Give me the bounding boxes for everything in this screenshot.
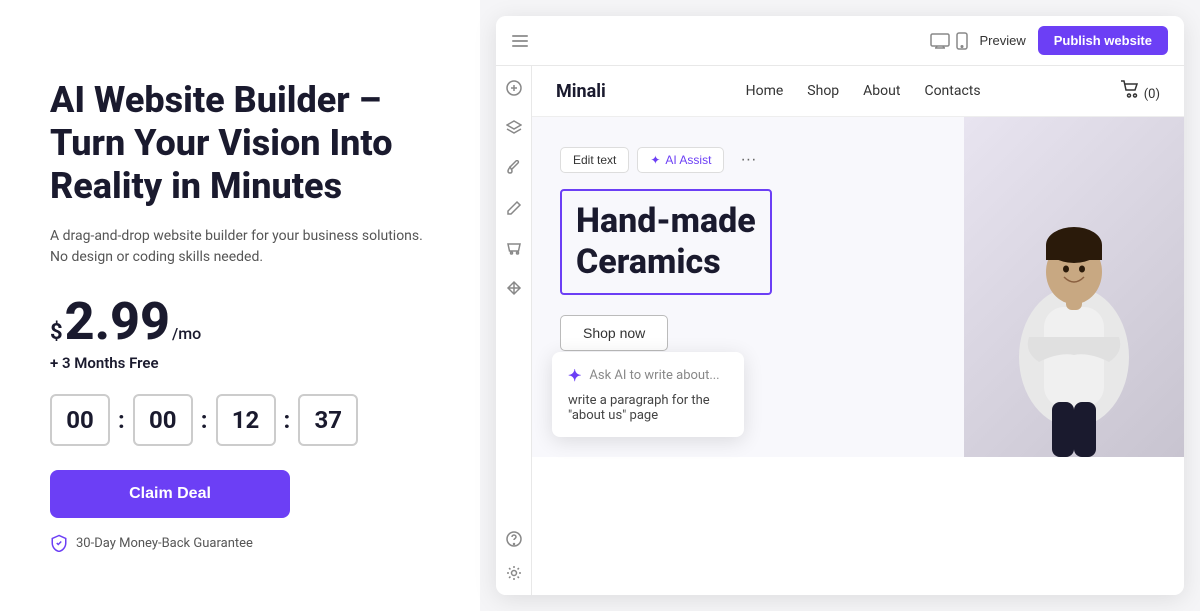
countdown-timer: 00 : 00 : 12 : 37 [50,394,430,446]
countdown-sep-2: : [201,406,208,434]
price-per: /mo [172,324,201,343]
shield-icon [50,534,68,552]
ai-plus-icon: ✦ [568,366,581,385]
sidebar-top-icons [504,78,524,298]
right-panel: Preview Publish website [480,0,1200,611]
countdown-sep-1: : [118,406,125,434]
builder-window: Preview Publish website [496,16,1184,595]
paint-icon[interactable] [504,158,524,178]
site-hero: Edit text ✦ AI Assist ··· Hand-ma [532,117,1184,457]
hamburger-menu-icon[interactable] [512,35,528,47]
desktop-icon[interactable] [930,33,950,49]
help-icon[interactable] [504,529,524,549]
mobile-icon[interactable] [956,32,968,50]
guarantee-text: 30-Day Money-Back Guarantee [76,536,253,551]
canvas-area: Minali Home Shop About Contacts [532,66,1184,595]
hero-title-box[interactable]: Hand-made Ceramics [560,189,772,295]
ai-prompt-label: Ask AI to write about... [589,368,719,383]
ai-assist-button[interactable]: ✦ AI Assist [637,147,724,173]
edit-toolbar: Edit text ✦ AI Assist ··· [560,147,936,173]
countdown-minutes: 00 [133,394,193,446]
countdown-seconds: 12 [216,394,276,446]
price-amount: 2.99 [65,296,170,348]
claim-deal-button[interactable]: Claim Deal [50,470,290,518]
layers-icon[interactable] [504,118,524,138]
builder-body: Minali Home Shop About Contacts [496,66,1184,595]
nav-home[interactable]: Home [746,83,784,99]
countdown-hours: 00 [50,394,110,446]
sparkle-icon: ✦ [650,153,660,167]
move-icon[interactable] [504,278,524,298]
topbar-right: Preview Publish website [930,26,1169,55]
shop-icon[interactable] [504,238,524,258]
main-heading: AI Website Builder – Turn Your Vision In… [50,79,430,209]
website-preview: Minali Home Shop About Contacts [532,66,1184,595]
sidebar-bottom-icons [504,529,524,583]
countdown-millis: 37 [298,394,358,446]
hero-image [964,117,1184,457]
builder-topbar: Preview Publish website [496,16,1184,66]
sub-heading: A drag-and-drop website builder for your… [50,226,430,268]
add-element-icon[interactable] [504,78,524,98]
shop-now-button[interactable]: Shop now [560,315,668,351]
edit-icon[interactable] [504,198,524,218]
preview-button[interactable]: Preview [980,33,1026,48]
price-row: $ 2.99 /mo [50,296,430,348]
person-illustration [984,177,1164,457]
cart-count: (0) [1144,87,1160,102]
nav-contacts[interactable]: Contacts [924,83,980,99]
ai-tooltip: ✦ Ask AI to write about... write a parag… [552,352,744,437]
publish-button[interactable]: Publish website [1038,26,1168,55]
edit-text-button[interactable]: Edit text [560,147,629,173]
builder-sidebar [496,66,532,595]
hero-title: Hand-made Ceramics [576,201,756,283]
nav-about[interactable]: About [863,83,900,99]
ai-tooltip-header: ✦ Ask AI to write about... [568,366,728,385]
hero-left: Edit text ✦ AI Assist ··· Hand-ma [532,117,964,457]
site-nav: Minali Home Shop About Contacts [532,66,1184,117]
settings-icon[interactable] [504,563,524,583]
left-panel: AI Website Builder – Turn Your Vision In… [0,0,480,611]
cart-icon[interactable]: (0) [1120,80,1160,102]
site-nav-links: Home Shop About Contacts [746,83,981,99]
nav-shop[interactable]: Shop [807,83,839,99]
more-options-button[interactable]: ··· [732,147,764,173]
price-dollar: $ [50,320,63,345]
free-months-label: + 3 Months Free [50,354,430,372]
device-icons [930,32,968,50]
countdown-sep-3: : [284,406,291,434]
ai-tooltip-input-text[interactable]: write a paragraph for the "about us" pag… [568,393,728,423]
money-back-guarantee: 30-Day Money-Back Guarantee [50,534,430,552]
site-logo: Minali [556,81,606,102]
topbar-left [512,35,528,47]
